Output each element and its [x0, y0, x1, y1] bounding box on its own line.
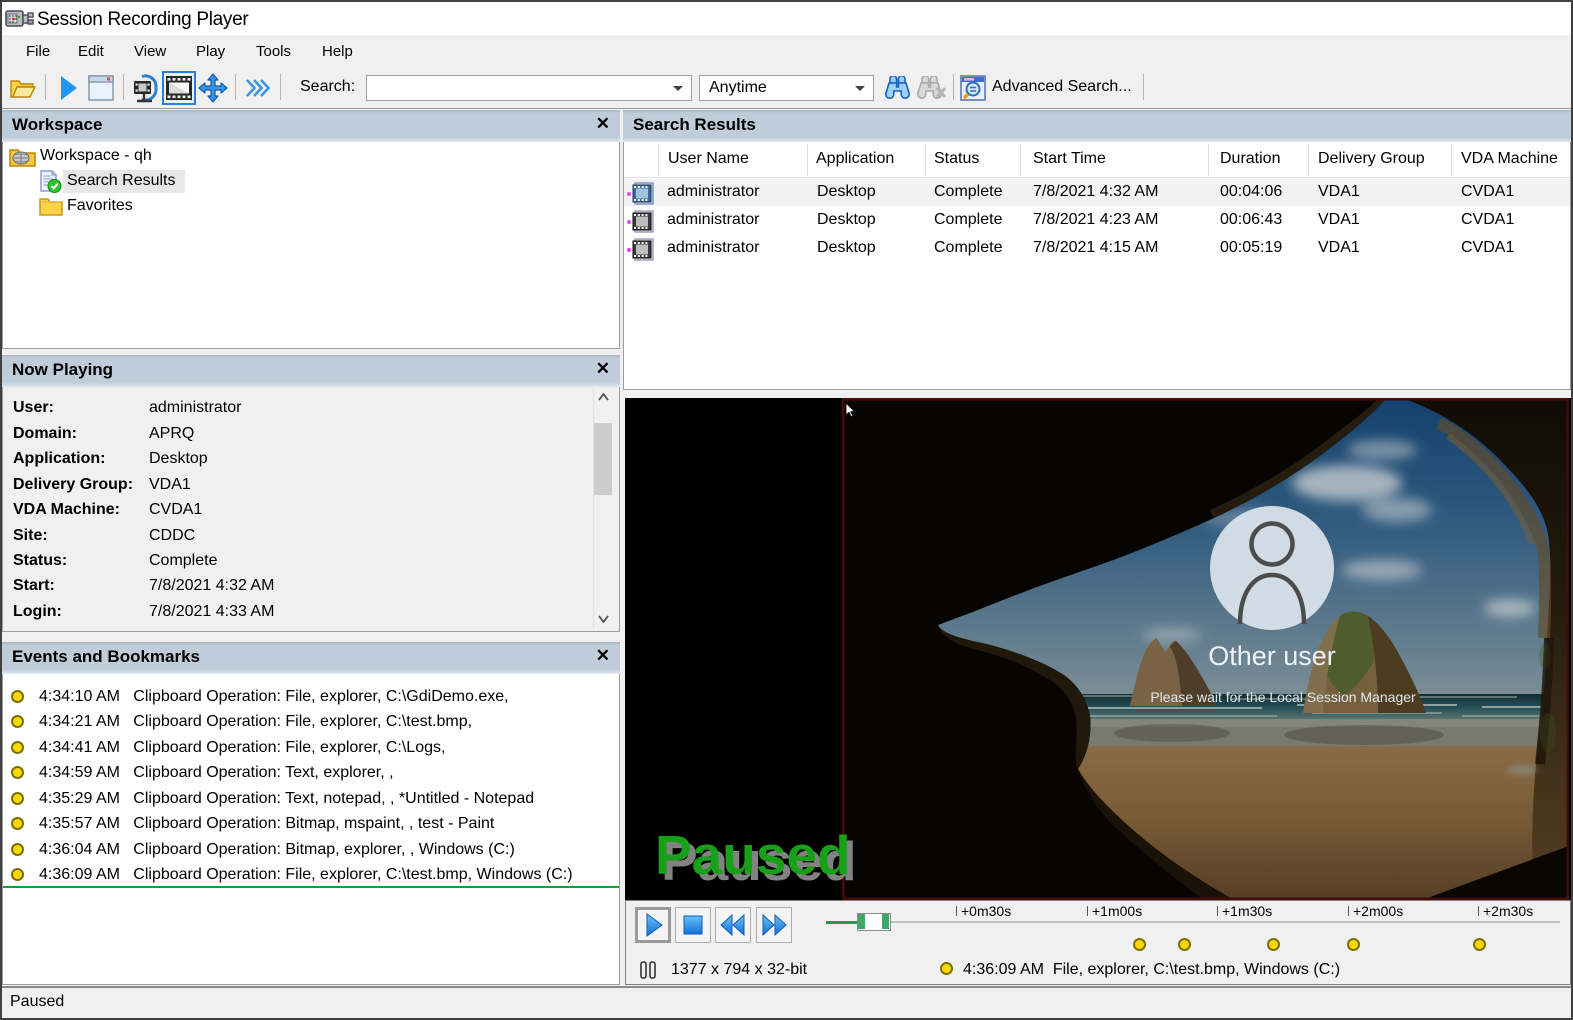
- svg-text:Please wait for the Local Sess: Please wait for the Local Session Manage…: [1150, 689, 1416, 705]
- svg-text:Other user: Other user: [1208, 641, 1336, 671]
